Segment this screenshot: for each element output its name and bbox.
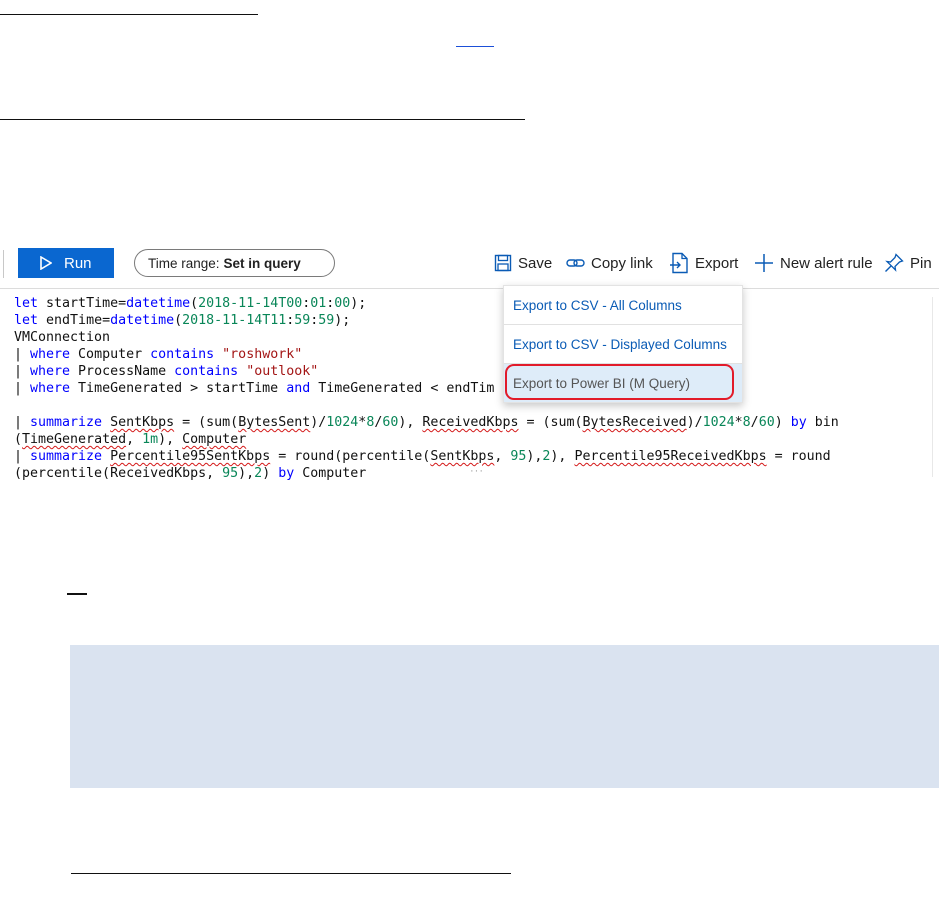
top-heading-underline <box>0 14 258 15</box>
time-range-value: Set in query <box>223 255 301 271</box>
list-marker <box>67 593 87 595</box>
more-indicator: ··· <box>470 465 484 477</box>
toolbar-divider <box>3 250 4 278</box>
run-button-label: Run <box>64 254 92 272</box>
code-line: let startTime=datetime(2018-11-14T00:01:… <box>14 296 367 311</box>
save-button[interactable]: Save <box>494 251 552 275</box>
code-line: | summarize SentKbps = (sum(BytesSent)/1… <box>14 415 839 430</box>
export-csv-all-columns[interactable]: Export to CSV - All Columns <box>504 286 742 324</box>
query-editor[interactable]: let startTime=datetime(2018-11-14T00:01:… <box>0 288 939 484</box>
bottom-heading-underline <box>71 873 511 874</box>
code-line: (TimeGenerated, 1m), Computer <box>14 432 247 447</box>
code-line: let endTime=datetime(2018-11-14T11:59:59… <box>14 313 351 328</box>
section-heading-underline <box>0 119 525 120</box>
save-label: Save <box>518 254 553 272</box>
code-line: | where Computer contains "roshwork" <box>14 347 303 362</box>
copy-link-button[interactable]: Copy link <box>566 251 653 275</box>
save-icon <box>494 254 512 272</box>
export-button[interactable]: Export <box>669 251 738 275</box>
editor-ruler <box>932 297 933 477</box>
code-line: | where TimeGenerated > startTime and Ti… <box>14 381 495 396</box>
copy-link-label: Copy link <box>591 254 653 272</box>
pin-label: Pin <box>910 254 932 272</box>
new-alert-rule-label: New alert rule <box>780 254 873 272</box>
play-icon <box>40 256 52 270</box>
code-line: VMConnection <box>14 330 111 345</box>
new-alert-rule-button[interactable]: New alert rule <box>754 251 873 275</box>
export-label: Export <box>695 254 739 272</box>
run-button[interactable]: Run <box>18 248 114 278</box>
export-power-bi-m-query[interactable]: Export to Power BI (M Query) <box>504 364 742 402</box>
export-icon <box>670 252 688 274</box>
code-line: (percentile(ReceivedKbps, 95),2) by Comp… <box>14 466 367 481</box>
time-range-prefix: Time range: <box>148 255 220 271</box>
export-csv-displayed-columns[interactable]: Export to CSV - Displayed Columns <box>504 325 742 363</box>
pin-button[interactable]: Pin <box>884 251 932 275</box>
export-menu: Export to CSV - All Columns Export to CS… <box>503 285 743 403</box>
plus-icon <box>755 254 773 272</box>
time-range-picker[interactable]: Time range: Set in query <box>134 249 335 277</box>
pin-icon <box>885 253 904 272</box>
note-box <box>70 645 939 788</box>
code-line: | where ProcessName contains "outlook" <box>14 364 319 379</box>
link-icon <box>566 259 585 267</box>
inline-link-underline[interactable] <box>456 46 494 47</box>
code-line: | summarize Percentile95SentKbps = round… <box>14 449 831 464</box>
query-toolbar: Run Time range: Set in query Save Copy l… <box>0 242 939 286</box>
